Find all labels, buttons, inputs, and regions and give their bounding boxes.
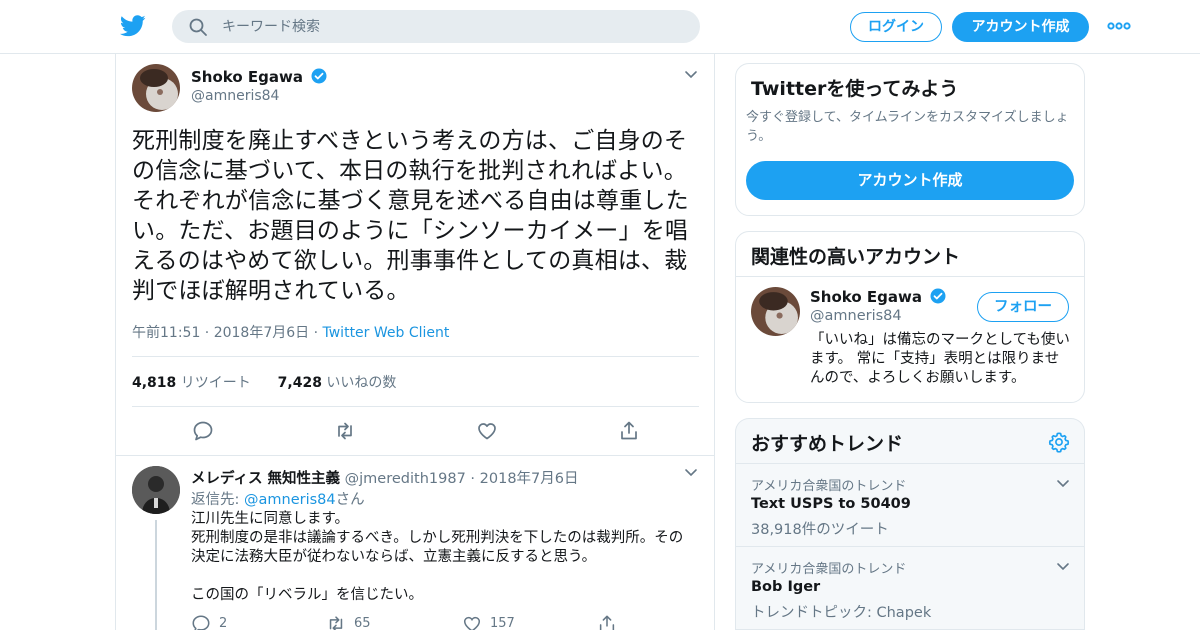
retweet-icon[interactable] xyxy=(326,614,346,630)
tweet-timestamp[interactable]: 午前11:51 · 2018年7月6日 xyxy=(132,325,309,341)
retweet-count[interactable]: 4,818 xyxy=(132,375,176,391)
trend-context: アメリカ合衆国のトレンド xyxy=(751,562,907,577)
tweet-client-link[interactable]: Twitter Web Client xyxy=(323,325,450,341)
search-bar xyxy=(172,10,700,43)
chevron-down-icon[interactable] xyxy=(1056,479,1070,489)
divider xyxy=(116,455,714,456)
reply-count: 2 xyxy=(219,616,228,630)
reply-author-handle[interactable]: @jmeredith1987 xyxy=(345,471,466,487)
signup-card-subtitle: 今すぐ登録して、タイムラインをカスタマイズしましょう。 xyxy=(746,110,1069,144)
relevant-accounts-title: 関連性の高いアカウント xyxy=(751,246,961,268)
share-icon[interactable] xyxy=(597,614,617,630)
like-label[interactable]: いいねの数 xyxy=(326,375,396,391)
signup-card-title: Twitterを使ってみよう xyxy=(751,78,959,100)
reply-line: この国の「リベラル」を信じたい。 xyxy=(191,587,423,603)
replying-prefix: 返信先: xyxy=(191,492,244,508)
reply-line: 死刑制度の是非は議論するべき。しかし死刑判決を下したのは裁判所。その決定に法務大… xyxy=(191,530,684,565)
trend-name[interactable]: Bob Iger xyxy=(751,579,820,595)
verified-badge-icon xyxy=(311,68,327,84)
author-avatar[interactable] xyxy=(132,64,180,112)
gear-icon[interactable] xyxy=(1048,431,1070,453)
reply-date[interactable]: 2018年7月6日 xyxy=(480,471,579,487)
chevron-down-icon[interactable] xyxy=(1056,562,1070,572)
thread-line xyxy=(155,520,157,630)
divider xyxy=(736,276,1084,277)
follow-button[interactable]: フォロー xyxy=(977,292,1069,322)
suggested-account-bio: 「いいね」は備忘のマークとしても使います。 常に「支持」表明とは限りませんので、… xyxy=(810,332,1070,386)
reply-header: メレディス 無知性主義 @jmeredith1987 · 2018年7月6日 xyxy=(191,467,579,488)
reply-author-name[interactable]: メレディス 無知性主義 xyxy=(191,471,340,487)
signup-card-button[interactable]: アカウント作成 xyxy=(746,161,1074,200)
search-icon xyxy=(189,18,207,36)
tweet-stats: 4,818 リツイート 7,428 いいねの数 xyxy=(132,372,396,392)
divider xyxy=(736,463,1084,464)
tweet-actions xyxy=(116,418,714,456)
share-icon[interactable] xyxy=(618,420,640,442)
reply-like-count: 157 xyxy=(490,616,515,630)
suggested-account-name[interactable]: Shoko Egawa xyxy=(810,288,922,306)
author-name[interactable]: Shoko Egawa xyxy=(191,68,303,86)
divider xyxy=(736,546,1084,547)
suggested-account-avatar[interactable] xyxy=(751,287,800,336)
tweet-text: 死刑制度を廃止すべきという考えの方は、ご自身のその信念に基づいて、本日の執行を批… xyxy=(132,128,689,304)
signup-button[interactable]: アカウント作成 xyxy=(952,12,1089,42)
trend-context: アメリカ合衆国のトレンド xyxy=(751,479,907,494)
divider xyxy=(132,406,699,407)
trends-title: おすすめトレンド xyxy=(751,433,904,455)
author-name-row[interactable]: Shoko Egawa xyxy=(191,68,327,86)
meta-separator: · xyxy=(313,325,319,341)
suggested-account-handle[interactable]: @amneris84 xyxy=(810,308,902,324)
like-count[interactable]: 7,428 xyxy=(278,375,322,391)
twitter-bird-icon[interactable] xyxy=(120,14,146,38)
reply-line xyxy=(191,567,691,586)
reply-author-avatar[interactable] xyxy=(132,466,180,514)
top-bar: ログイン アカウント作成 xyxy=(0,0,1200,54)
like-icon[interactable] xyxy=(476,420,498,442)
like-icon[interactable] xyxy=(462,614,482,630)
tweet-column: Shoko Egawa @amneris84 死刑制度を廃止すべきという考えの方… xyxy=(115,54,715,630)
author-handle[interactable]: @amneris84 xyxy=(191,88,279,104)
signup-card: Twitterを使ってみよう 今すぐ登録して、タイムラインをカスタマイズしましょ… xyxy=(735,63,1085,216)
suggested-account-name-row[interactable]: Shoko Egawa xyxy=(810,288,946,306)
reply-icon[interactable] xyxy=(191,614,211,630)
replying-to: 返信先: @amneris84さん xyxy=(191,488,365,509)
reply-retweet-count: 65 xyxy=(354,616,371,630)
trend-meta: 38,918件のツイート xyxy=(751,522,889,538)
retweet-label[interactable]: リツイート xyxy=(181,375,251,391)
chevron-down-icon[interactable] xyxy=(684,468,698,478)
meta-separator: · xyxy=(470,471,476,487)
reply-icon[interactable] xyxy=(192,420,214,442)
chevron-down-icon[interactable] xyxy=(684,70,698,80)
replying-suffix: さん xyxy=(335,492,365,508)
relevant-accounts-card: 関連性の高いアカウント Shoko Egawa @amneris84 フォロー … xyxy=(735,231,1085,403)
reply-actions: 2 65 157 xyxy=(191,614,671,630)
verified-badge-icon xyxy=(930,288,946,304)
reply-text: 江川先生に同意します。 死刑制度の是非は議論するべき。しかし死刑判決を下したのは… xyxy=(191,510,691,605)
reply-line: 江川先生に同意します。 xyxy=(191,511,350,527)
divider xyxy=(132,356,699,357)
search-input[interactable] xyxy=(222,10,682,43)
login-button[interactable]: ログイン xyxy=(850,12,942,42)
retweet-icon[interactable] xyxy=(334,420,356,442)
trend-meta: トレンドトピック: Chapek xyxy=(751,605,932,621)
trends-card: おすすめトレンド アメリカ合衆国のトレンド Text USPS to 50409… xyxy=(735,418,1085,630)
tweet-meta: 午前11:51 · 2018年7月6日 · Twitter Web Client xyxy=(132,322,449,342)
replying-to-handle[interactable]: @amneris84 xyxy=(244,492,336,508)
more-dots-icon[interactable] xyxy=(1106,18,1132,34)
trend-name[interactable]: Text USPS to 50409 xyxy=(751,496,911,512)
